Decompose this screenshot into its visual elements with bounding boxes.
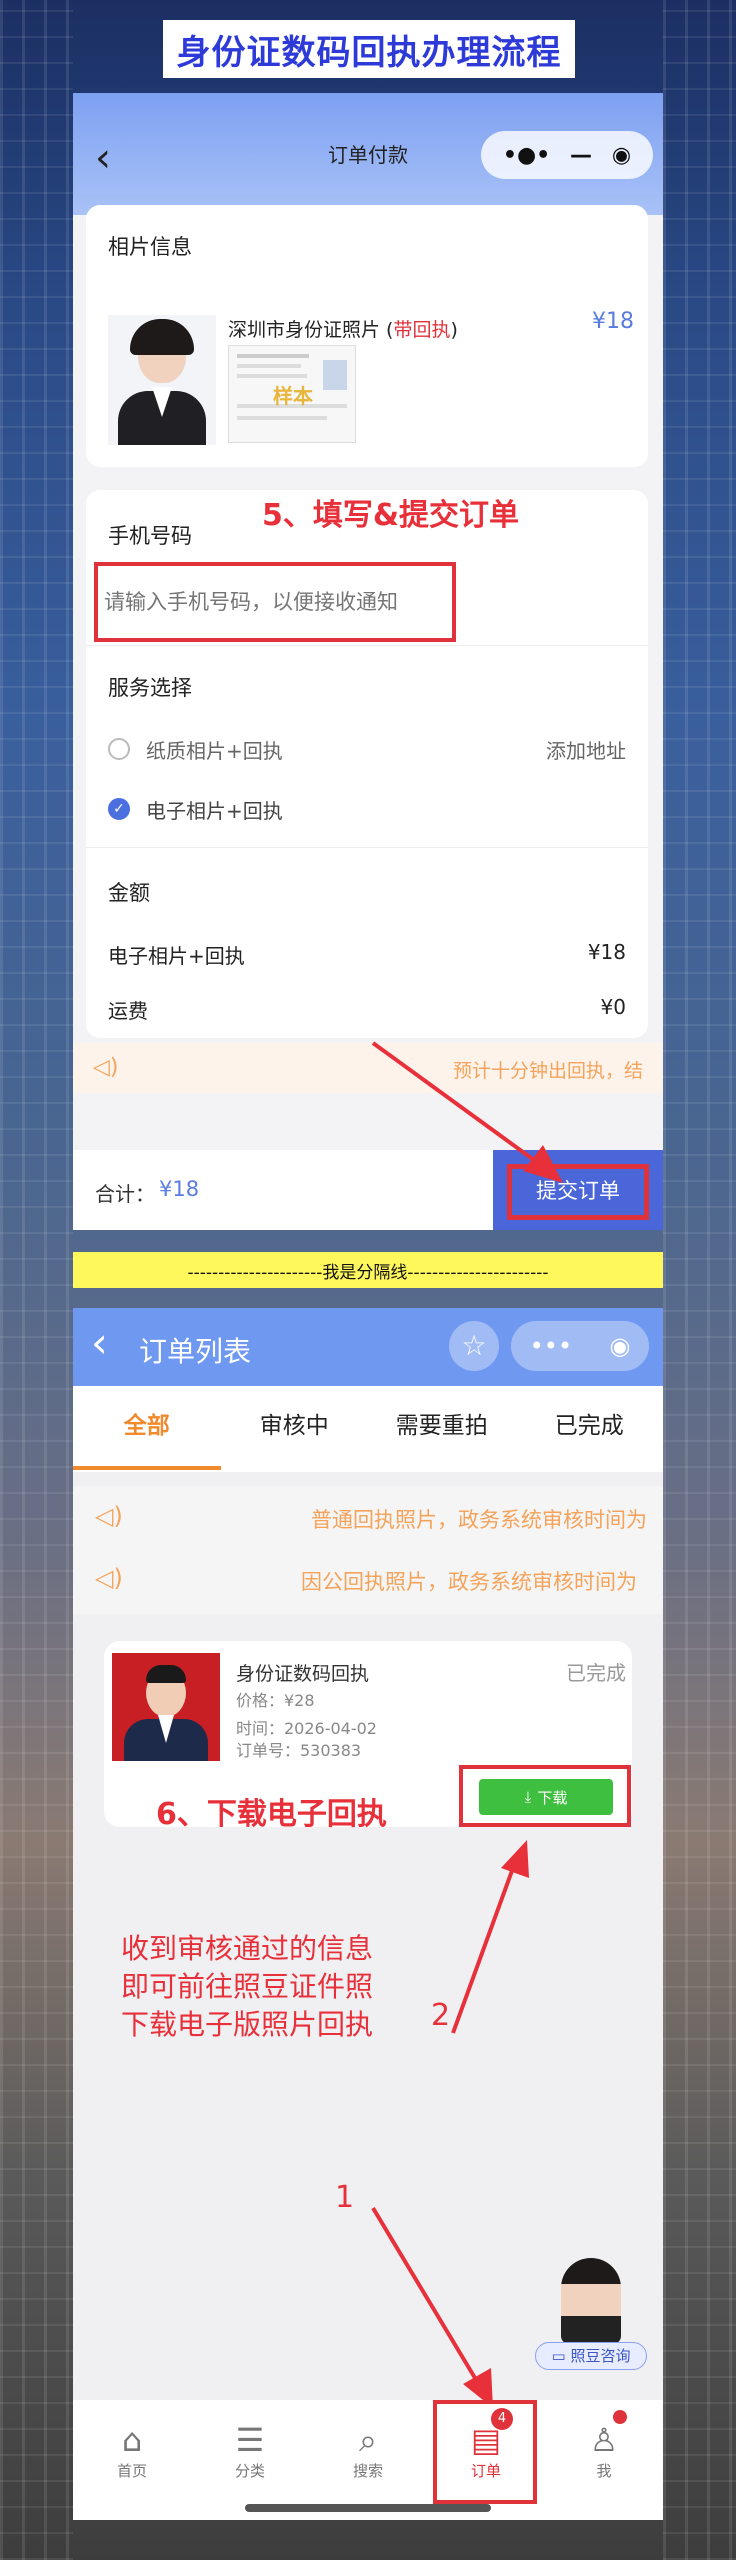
speaker-icon: ◁) [95,1502,123,1530]
consult-widget[interactable]: ▭ 照豆咨询 [535,2258,647,2376]
order-payment-screen: ‹ 订单付款 •●• — ◉ 相片信息 深圳市身份证照片 (带回执) ¥18 样… [73,93,663,1230]
tabbar-me[interactable]: ♙ 我 [545,2400,663,2520]
background-building-left [0,0,73,2560]
add-address-link[interactable]: 添加地址 [546,735,626,764]
tabbar-category[interactable]: ☰ 分类 [191,2400,309,2520]
shipping-label: 运费 [108,999,148,1023]
consult-avatar [561,2258,621,2344]
navbar: ‹ 订单付款 •●• — ◉ [73,93,663,215]
paper-option-radio[interactable] [108,738,130,760]
user-icon: ♙ [589,2421,619,2459]
tab-completed[interactable]: 已完成 [516,1386,664,1472]
paper-option-label[interactable]: 纸质相片+回执 [146,735,283,764]
notice-text-2: 因公回执照片，政务系统审核时间为 [301,1570,637,1594]
divider-line [86,645,648,646]
receipt-sample-image: 样本 [228,345,356,443]
arrow-to-orders-tab [371,2206,493,2408]
phone-input[interactable] [104,580,444,624]
search-icon: ⌕ [359,2421,377,2459]
tabbar-home[interactable]: ⌂ 首页 [73,2400,191,2520]
home-icon: ⌂ [121,2421,143,2459]
order-tabs: 全部 审核中 需要重拍 已完成 [73,1386,663,1472]
orders-tab-highlight [433,2400,537,2504]
consult-label: ▭ 照豆咨询 [535,2342,647,2370]
product-name: 深圳市身份证照片 (带回执) [228,319,458,341]
section-title: 相片信息 [108,235,192,259]
more-icon[interactable]: ••• [530,1332,572,1360]
total-label: 合计： [95,1182,155,1206]
order-list-screen: ‹ 订单列表 ☆ ••• ◉ 全部 审核中 需要重拍 已完成 ◁) 普通回执照片… [73,1308,663,2520]
shipping-price: ¥0 [600,995,626,1019]
amount-label: 金额 [108,881,150,905]
step6-annotation: 6、下载电子回执 [156,1797,387,1832]
bottom-tabbar: ⌂ 首页 ☰ 分类 ⌕ 搜索 ▤ 订单 4 ♙ 我 [73,2400,663,2520]
arrow-to-download [451,1840,529,2034]
order-number: 订单号：530383 [236,1741,362,1760]
favorite-icon[interactable]: ☆ [449,1321,499,1371]
step5-annotation: 5、填写&提交订单 [262,498,520,533]
order-status: 已完成 [566,1661,626,1685]
form-card: 手机号码 5、填写&提交订单 服务选择 纸质相片+回执 添加地址 ✓ 电子相片+… [86,490,648,1038]
close-target-icon[interactable]: ◉ [609,1332,630,1360]
chat-icon: ▭ [551,2347,571,2365]
order-thumbnail [112,1653,220,1761]
speaker-icon: ◁) [95,1564,123,1592]
order-card[interactable]: 身份证数码回执 已完成 价格：¥28 时间：2026-04-02 订单号：530… [104,1641,632,1832]
electronic-option-radio[interactable]: ✓ [108,798,130,820]
total-value: ¥18 [159,1177,200,1201]
background-building-right [663,0,736,2560]
close-target-icon[interactable]: ◉ [612,143,631,168]
tabbar-orders[interactable]: ▤ 订单 4 [427,2400,545,2520]
product-price: ¥18 [592,309,634,334]
speaker-icon: ◁) [93,1055,119,1080]
home-indicator [245,2504,491,2512]
page-title: 订单列表 [139,1335,252,1368]
portrait-photo [108,315,216,445]
navbar: ‹ 订单列表 ☆ ••• ◉ [73,1308,663,1386]
order-price: 价格：¥28 [236,1691,315,1710]
mini-program-capsule: ••• ◉ [511,1321,649,1371]
page-banner: 身份证数码回执办理流程 [163,20,575,78]
electronic-option-label[interactable]: 电子相片+回执 [146,795,283,824]
tab-all[interactable]: 全部 [73,1386,221,1472]
download-button[interactable]: ⤓ 下载 [479,1779,613,1815]
marker-1: 1 [335,2180,355,2215]
banner-title: 身份证数码回执办理流程 [176,32,562,73]
arrow-to-submit [371,1041,563,1183]
tabbar-search[interactable]: ⌕ 搜索 [309,2400,427,2520]
marker-2: 2 [431,1998,451,2033]
divider-line [86,847,648,848]
minimize-icon[interactable]: — [570,143,592,168]
separator-line: ----------------------我是分隔线-------------… [73,1252,663,1288]
download-icon: ⤓ [524,1788,532,1806]
notice-bar: ◁) 普通回执照片，政务系统审核时间为 ◁) 因公回执照片，政务系统审核时间为 [73,1486,663,1614]
order-time: 时间：2026-04-02 [236,1719,377,1738]
mini-program-capsule: •●• — ◉ [481,131,653,179]
back-icon[interactable]: ‹ [91,1318,108,1367]
category-icon: ☰ [235,2421,265,2459]
service-label: 服务选择 [108,676,192,700]
notification-dot [613,2410,627,2424]
phone-label: 手机号码 [108,524,192,548]
notice-text-1: 普通回执照片，政务系统审核时间为 [311,1508,647,1532]
instruction-text: 收到审核通过的信息 即可前往照豆证件照 下载电子版照片回执 [121,1932,374,2041]
amount-item-price: ¥18 [587,940,626,964]
sample-stamp: 样本 [273,384,313,408]
more-icon[interactable]: •●• [503,143,550,168]
photo-info-card: 相片信息 深圳市身份证照片 (带回执) ¥18 样本 [86,205,648,467]
order-title: 身份证数码回执 [236,1663,370,1685]
tab-retake[interactable]: 需要重拍 [368,1386,516,1472]
tab-reviewing[interactable]: 审核中 [221,1386,369,1472]
amount-item-label: 电子相片+回执 [108,944,245,968]
